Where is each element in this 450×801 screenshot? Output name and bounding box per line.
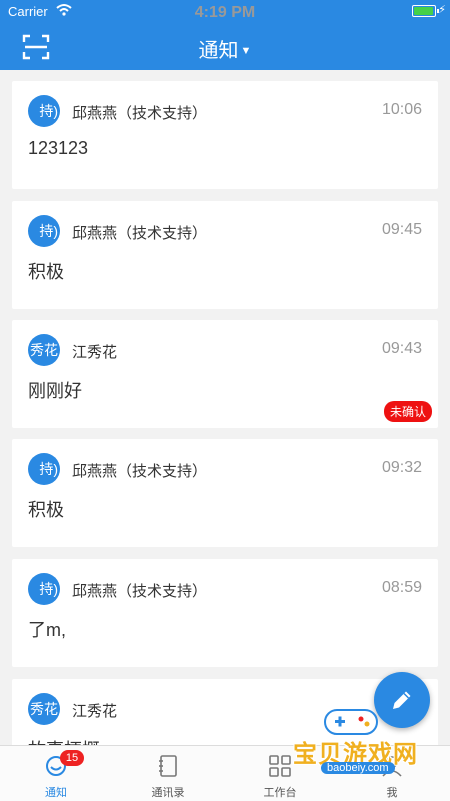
workbench-icon: [269, 755, 291, 777]
tab-profile[interactable]: 我: [336, 746, 448, 801]
status-time: 4:19 PM: [194, 4, 256, 21]
tab-label: 通知: [45, 787, 67, 799]
avatar: 秀花: [28, 334, 60, 366]
notification-list[interactable]: 持) 邱燕燕（技术支持） 10:06 123123 持) 邱燕燕（技术支持） 0…: [0, 70, 450, 745]
bottom-tab-bar: 15 通知 通讯录 工作台 我: [0, 745, 450, 801]
profile-icon: [382, 756, 402, 777]
notification-time: 09:45: [381, 221, 422, 238]
notification-card[interactable]: 持) 邱燕燕（技术支持） 10:06 123123: [12, 81, 438, 189]
navigation-bar: 通知 ▼: [0, 24, 450, 70]
contacts-icon: [159, 755, 177, 777]
notification-message: 积极: [28, 262, 64, 282]
avatar: 秀花: [28, 693, 60, 725]
notification-card[interactable]: 秀花 江秀花 09:43 刚刚好 未确认: [12, 320, 438, 428]
edit-pencil-icon: [393, 691, 411, 709]
tab-contacts[interactable]: 通讯录: [112, 746, 224, 801]
notification-time: 09:32: [381, 459, 422, 476]
compose-button[interactable]: [374, 672, 430, 728]
avatar: 持): [28, 573, 60, 605]
notification-time: 09:43: [381, 340, 422, 357]
tab-label: 工作台: [263, 787, 297, 799]
notification-time: 08:59: [381, 579, 422, 596]
unconfirmed-badge: 未确认: [383, 401, 432, 422]
notification-message: 故事梗概: [28, 736, 100, 745]
avatar: 持): [28, 453, 60, 485]
tab-workbench[interactable]: 工作台: [224, 746, 336, 801]
page-title: 通知: [198, 40, 239, 62]
avatar: 持): [28, 95, 60, 127]
unread-count-badge: 15: [60, 750, 84, 766]
sender-name: 邱燕燕（技术支持）: [72, 105, 208, 122]
notification-card[interactable]: 持) 邱燕燕（技术支持） 09:32 积极: [12, 439, 438, 547]
chevron-down-icon: ▼: [240, 45, 252, 57]
battery-icon: [412, 5, 439, 17]
sender-name: 江秀花: [72, 344, 118, 361]
notification-time: 10:06: [381, 101, 422, 118]
tab-label: 通讯录: [151, 787, 185, 799]
sender-name: 邱燕燕（技术支持）: [72, 583, 208, 600]
tab-notifications[interactable]: 15 通知: [0, 746, 112, 801]
notification-card[interactable]: 持) 邱燕燕（技术支持） 09:45 积极: [12, 201, 438, 309]
sender-name: 江秀花: [72, 703, 118, 720]
notification-card[interactable]: 秀花 江秀花 昨天 故事梗概: [12, 679, 438, 745]
notification-message: 刚刚好: [28, 381, 82, 401]
sender-name: 邱燕燕（技术支持）: [72, 463, 208, 480]
sender-name: 邱燕燕（技术支持）: [72, 225, 208, 242]
notification-message: 123123: [28, 138, 89, 158]
charging-icon: ⚡: [438, 4, 446, 16]
tab-label: 我: [386, 787, 398, 799]
status-bar: Carrier 4:19 PM ⚡: [0, 0, 450, 24]
notification-message: 了m,: [28, 620, 66, 640]
notification-message: 积极: [28, 500, 64, 520]
page-title-dropdown[interactable]: 通知 ▼: [0, 34, 450, 63]
notification-card[interactable]: 持) 邱燕燕（技术支持） 08:59 了m,: [12, 559, 438, 667]
avatar: 持): [28, 215, 60, 247]
